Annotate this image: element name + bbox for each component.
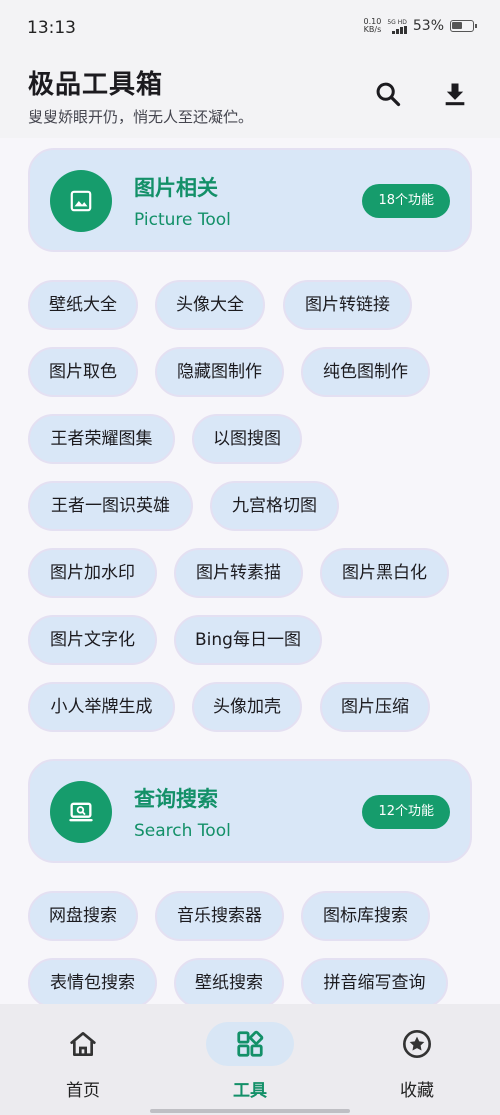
download-icon <box>445 83 465 106</box>
status-indicators: 0.10 KB/s 5G HD 53% <box>363 17 477 34</box>
page-title: 极品工具箱 <box>28 70 164 100</box>
search-icon <box>376 82 401 107</box>
tool-chip[interactable]: 隐藏图制作 <box>155 347 284 397</box>
bottom-navigation: 首页 工具 收藏 <box>0 1004 500 1115</box>
feature-count-badge: 18个功能 <box>362 184 450 218</box>
tool-chip[interactable]: 小人举牌生成 <box>28 682 175 732</box>
tool-chip[interactable]: 壁纸大全 <box>28 280 138 330</box>
tool-chip[interactable]: 王者一图识英雄 <box>28 481 193 531</box>
tool-chip[interactable]: 图片转素描 <box>174 548 303 598</box>
nav-label: 首页 <box>66 1081 100 1101</box>
search-button[interactable] <box>370 76 406 112</box>
nav-item-favorites[interactable]: 收藏 <box>334 1004 500 1115</box>
tool-chip[interactable]: 图片取色 <box>28 347 138 397</box>
tool-chip[interactable]: 音乐搜索器 <box>155 891 284 941</box>
section-title: 查询搜索 <box>134 787 218 811</box>
nav-label: 收藏 <box>400 1081 434 1101</box>
feature-count-badge: 12个功能 <box>362 795 450 829</box>
nav-label: 工具 <box>233 1081 267 1101</box>
tool-chip[interactable]: 拼音缩写查询 <box>301 958 448 1004</box>
tool-chip[interactable]: 图片文字化 <box>28 615 157 665</box>
status-time: 13:13 <box>27 18 76 38</box>
tool-chip[interactable]: 表情包搜索 <box>28 958 157 1004</box>
tool-chip[interactable]: 头像大全 <box>155 280 265 330</box>
tool-chip[interactable]: 以图搜图 <box>192 414 302 464</box>
tool-chip[interactable]: 图片加水印 <box>28 548 157 598</box>
tools-grid-icon <box>237 1030 264 1057</box>
laptop-search-icon <box>50 781 112 843</box>
battery-icon <box>450 20 477 32</box>
star-badge-icon <box>403 1030 431 1058</box>
tool-chip[interactable]: 图片转链接 <box>283 280 412 330</box>
nav-item-home[interactable]: 首页 <box>0 1004 166 1115</box>
home-indicator[interactable] <box>150 1109 350 1113</box>
section-subtitle: Picture Tool <box>134 210 231 230</box>
tool-chip[interactable]: 壁纸搜索 <box>174 958 284 1004</box>
tools-list[interactable]: 图片相关 Picture Tool 18个功能 壁纸大全 头像大全 图片转链接 … <box>0 138 500 1004</box>
tool-chip[interactable]: 王者荣耀图集 <box>28 414 175 464</box>
nav-item-tools[interactable]: 工具 <box>167 1004 333 1115</box>
section-card-search[interactable]: 查询搜索 Search Tool 12个功能 <box>28 759 472 863</box>
section-title: 图片相关 <box>134 176 218 200</box>
tool-chip[interactable]: Bing每日一图 <box>174 615 322 665</box>
app-bar: 极品工具箱 叟叟娇眼开仍，悄无人至还凝伫。 <box>0 56 500 138</box>
network-speed: 0.10 KB/s <box>363 17 382 34</box>
signal-icon: 5G HD <box>387 19 407 34</box>
tool-chip[interactable]: 九宫格切图 <box>210 481 339 531</box>
tool-chip[interactable]: 头像加壳 <box>192 682 302 732</box>
status-bar: 13:13 0.10 KB/s 5G HD 53% <box>0 0 500 56</box>
download-button[interactable] <box>437 76 473 112</box>
tool-chip[interactable]: 图标库搜索 <box>301 891 430 941</box>
section-subtitle: Search Tool <box>134 821 231 841</box>
tool-chip[interactable]: 图片压缩 <box>320 682 430 732</box>
tool-chip[interactable]: 网盘搜索 <box>28 891 138 941</box>
tool-chip[interactable]: 图片黑白化 <box>320 548 449 598</box>
section-card-picture[interactable]: 图片相关 Picture Tool 18个功能 <box>28 148 472 252</box>
tool-chip[interactable]: 纯色图制作 <box>301 347 430 397</box>
image-icon <box>50 170 112 232</box>
page-subtitle: 叟叟娇眼开仍，悄无人至还凝伫。 <box>28 108 254 126</box>
battery-level: 53% <box>412 18 444 34</box>
home-icon <box>70 1032 96 1056</box>
